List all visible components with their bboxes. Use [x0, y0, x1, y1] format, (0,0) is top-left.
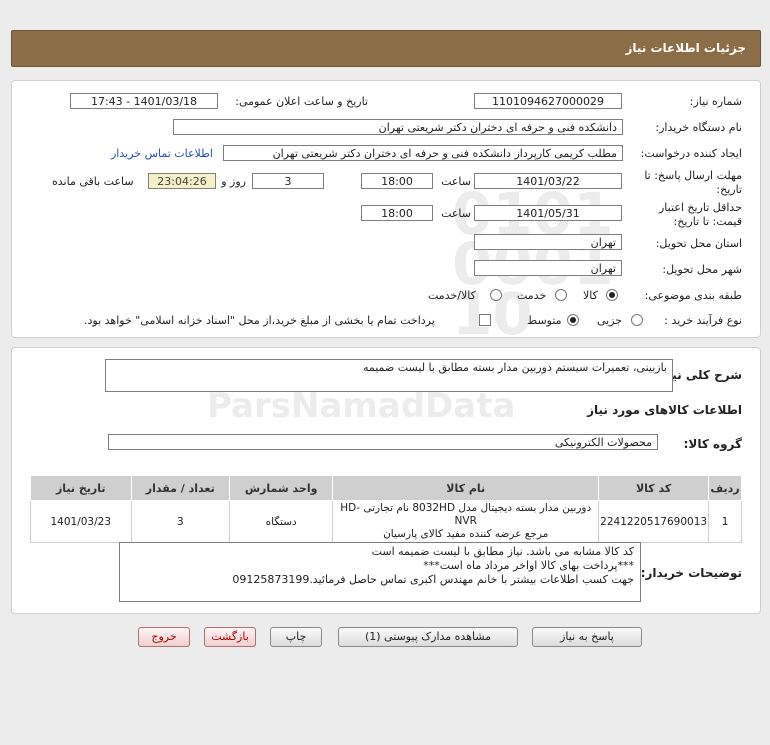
cell-qty: 3 — [130, 500, 231, 543]
deadline-label-line1: مهلت ارسال پاسخ: تا — [644, 169, 742, 182]
category-goods-label: کالا — [583, 289, 598, 302]
process-minor-radio[interactable] — [631, 314, 643, 326]
goods-table-header: ردیف کد کالا نام کالا واحد شمارش تعداد /… — [30, 475, 742, 501]
need-details-panel: ParsNamadData شرح کلی نیاز: بازبینی، تعم… — [11, 347, 761, 614]
table-row: 1 2241220517690013 دوربین مدار بسته دیجی… — [30, 500, 742, 543]
view-attachments-button[interactable]: مشاهده مدارک پیوستی (1) — [338, 627, 518, 647]
summary-field: بازبینی، تعمیرات سیستم دوربین مدار بسته … — [105, 359, 673, 392]
goods-section-title: اطلاعات کالاهای مورد نیاز — [587, 403, 742, 417]
buyer-notes-line: ***پرداخت بهای کالا اواخر مرداد ماه است*… — [423, 559, 634, 572]
deadline-date-field: 1401/03/22 — [474, 173, 622, 189]
category-service-radio[interactable] — [555, 289, 567, 301]
category-both-label: کالا/خدمت — [428, 289, 476, 302]
days-field: 3 — [252, 173, 324, 189]
province-label: استان محل تحویل: — [655, 237, 742, 250]
remaining-time-field: 23:04:26 — [148, 173, 216, 189]
goods-group-label: گروه کالا: — [683, 437, 742, 451]
buyer-label: نام دستگاه خریدار: — [655, 121, 742, 134]
days-label: روز و — [221, 175, 246, 188]
province-field: تهران — [474, 234, 622, 250]
city-field: تهران — [474, 260, 622, 276]
back-button[interactable]: بازگشت — [204, 627, 256, 647]
print-button[interactable]: چاپ — [270, 627, 322, 647]
category-both-radio[interactable] — [490, 289, 502, 301]
city-label: شهر محل تحویل: — [662, 263, 742, 276]
announce-date-field: 1401/03/18 - 17:43 — [70, 93, 218, 109]
validity-label-line1: حداقل تاریخ اعتبار — [658, 201, 742, 214]
buyer-notes-label: توضیحات خریدار: — [640, 566, 742, 580]
validity-time-field: 18:00 — [361, 205, 433, 221]
cell-name-line2: مرجع عرضه کننده مفید کالای پارسیان — [383, 528, 549, 540]
need-info-panel: 0101000110 شماره نیاز: 1101094627000029 … — [11, 80, 761, 343]
buyer-contact-link[interactable]: اطلاعات تماس خریدار — [111, 147, 213, 160]
treasury-payment-checkbox[interactable] — [479, 314, 491, 326]
category-goods-radio[interactable] — [606, 289, 618, 301]
validity-date-field: 1401/05/31 — [474, 205, 622, 221]
deadline-time-label: ساعت — [441, 175, 471, 188]
need-number-field: 1101094627000029 — [474, 93, 622, 109]
buyer-notes-box: کد کالا مشابه می باشد. نیاز مطابق با لیس… — [119, 542, 641, 602]
need-number-label: شماره نیاز: — [689, 95, 742, 108]
process-medium-label: متوسط — [527, 314, 562, 327]
category-label: طبقه بندی موضوعی: — [644, 289, 742, 302]
process-medium-radio[interactable] — [567, 314, 579, 326]
col-code: کد کالا — [598, 475, 710, 501]
reply-button[interactable]: پاسخ به نیاز — [532, 627, 642, 647]
remaining-time-label: ساعت باقی مانده — [52, 175, 134, 188]
treasury-payment-note: پرداخت تمام یا بخشی از مبلغ خرید،از محل … — [84, 314, 435, 327]
buyer-notes-line: کد کالا مشابه می باشد. نیاز مطابق با لیس… — [371, 545, 634, 558]
goods-group-field: محصولات الکترونیکی — [108, 434, 658, 450]
process-minor-label: جزیی — [597, 314, 623, 327]
buyer-field: دانشکده فنی و حرفه ای دختران دکتر شریعتی… — [173, 119, 623, 135]
announce-date-label: تاریخ و ساعت اعلان عمومی: — [235, 95, 368, 108]
col-date: تاریخ نیاز — [30, 475, 132, 501]
col-qty: تعداد / مقدار — [130, 475, 231, 501]
deadline-time-field: 18:00 — [361, 173, 433, 189]
cell-code: 2241220517690013 — [598, 500, 710, 543]
cell-date: 1401/03/23 — [30, 500, 132, 543]
buyer-notes-line: جهت کسب اطلاعات بیشتر با خانم مهندس اکبر… — [232, 573, 634, 586]
process-label: نوع فرآیند خرید : — [664, 314, 742, 327]
deadline-label-line2: تاریخ: — [716, 183, 742, 196]
col-row: ردیف — [708, 475, 742, 501]
exit-button[interactable]: خروج — [138, 627, 190, 647]
cell-row: 1 — [708, 500, 742, 543]
category-service-label: خدمت — [517, 289, 547, 302]
page-header: جزئیات اطلاعات نیاز — [11, 30, 761, 67]
cell-name: دوربین مدار بسته دیجیتال مدل 8032HD نام … — [332, 500, 600, 543]
page-title: جزئیات اطلاعات نیاز — [625, 41, 746, 55]
cell-name-line1: دوربین مدار بسته دیجیتال مدل 8032HD نام … — [340, 502, 592, 527]
validity-label-line2: قیمت: تا تاریخ: — [673, 215, 742, 228]
validity-time-label: ساعت — [441, 207, 471, 220]
col-name: نام کالا — [332, 475, 600, 501]
requester-label: ایجاد کننده درخواست: — [640, 147, 742, 160]
cell-unit: دستگاه — [229, 500, 334, 543]
col-unit: واحد شمارش — [229, 475, 334, 501]
watermark-text: ParsNamadData — [207, 386, 516, 426]
goods-table: ردیف کد کالا نام کالا واحد شمارش تعداد /… — [30, 475, 742, 543]
requester-field: مطلب کریمی کارپرداز دانشکده فنی و حرفه ا… — [223, 145, 623, 161]
